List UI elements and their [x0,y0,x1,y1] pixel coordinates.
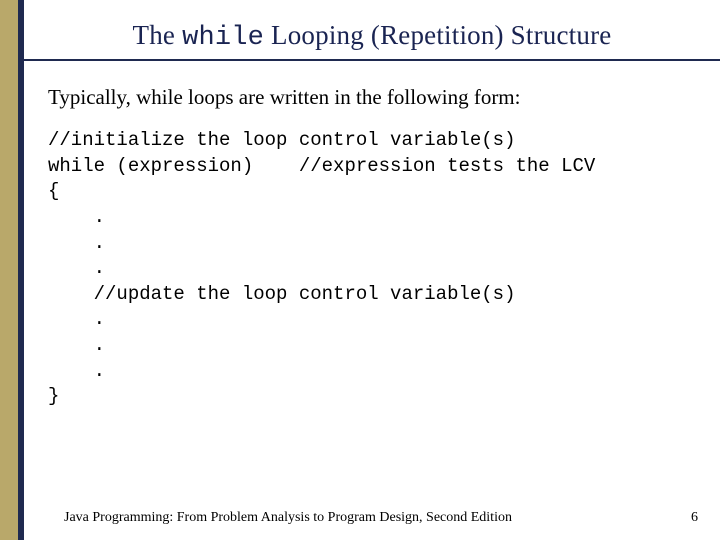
page-number: 6 [691,510,698,526]
side-stripe-gold [0,0,18,540]
slide-title: The while Looping (Repetition) Structure [24,0,720,59]
title-post: Looping (Repetition) Structure [264,20,611,50]
title-pre: The [133,20,183,50]
code-block: //initialize the loop control variable(s… [48,128,692,410]
title-mono: while [182,23,264,53]
slide-content: The while Looping (Repetition) Structure… [24,0,720,540]
title-underline [24,59,720,61]
side-stripe [0,0,24,540]
intro-text: Typically, while loops are written in th… [48,85,692,110]
footer-text: Java Programming: From Problem Analysis … [64,510,512,526]
slide-body: Typically, while loops are written in th… [24,85,720,410]
